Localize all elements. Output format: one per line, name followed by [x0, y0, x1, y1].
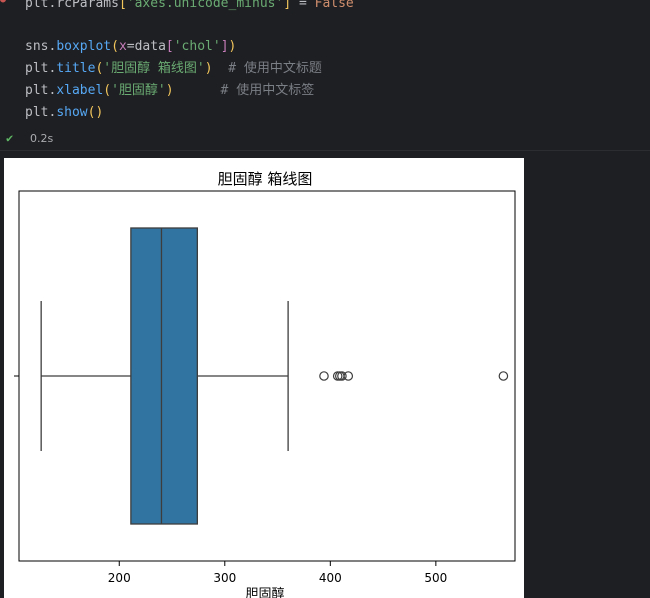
code-token: False	[314, 0, 354, 11]
code-token: )	[165, 83, 174, 98]
code-editor[interactable]: ● plt.rcParams['axes.unicode_minus'] = F…	[0, 0, 650, 151]
code-token: )	[228, 39, 237, 54]
code-token: plt	[25, 0, 49, 11]
cell-status-bar: ✔ 0.2s	[0, 128, 650, 151]
code-line-xlabel[interactable]: plt.xlabel('胆固醇') # 使用中文标签	[25, 82, 314, 100]
code-token: =	[291, 0, 315, 11]
code-token: 'axes.unicode_minus'	[126, 0, 284, 11]
chart-title: 胆固醇 箱线图	[218, 170, 313, 188]
code-line-show[interactable]: plt.show()	[25, 104, 103, 122]
code-token: [	[118, 0, 127, 11]
code-token: =	[126, 39, 135, 54]
code-token: show	[56, 105, 88, 120]
code-token: '胆固醇 箱线图'	[103, 61, 205, 76]
code-token: plt	[25, 105, 49, 120]
code-line-title[interactable]: plt.title('胆固醇 箱线图') # 使用中文标题	[25, 60, 322, 78]
box-group	[40, 227, 509, 525]
outlier-point	[319, 371, 329, 381]
x-tick-label: 400	[319, 571, 342, 585]
code-token: )	[204, 61, 213, 76]
code-token: sns	[25, 39, 49, 54]
error-marker-icon: ●	[0, 0, 6, 6]
code-token: '胆固醇'	[111, 83, 166, 98]
code-token: ]	[283, 0, 292, 11]
code-token: plt	[25, 83, 49, 98]
code-token: boxplot	[56, 39, 112, 54]
x-axis-label: 胆固醇	[245, 586, 284, 598]
code-token: (	[103, 83, 112, 98]
cell-output-figure: 胆固醇 箱线图 200 300 400 500 胆固醇	[4, 158, 524, 598]
x-tick-label: 500	[424, 571, 447, 585]
code-token: rcParams	[56, 0, 119, 11]
code-token: data	[134, 39, 166, 54]
x-tick-label: 200	[108, 571, 131, 585]
iqr-box	[130, 227, 198, 525]
execution-time: 0.2s	[30, 132, 54, 145]
code-token: plt	[25, 61, 49, 76]
code-comment: # 使用中文标签	[173, 83, 315, 98]
code-comment: # 使用中文标题	[212, 61, 322, 76]
code-token: title	[56, 61, 96, 76]
code-token: xlabel	[56, 83, 104, 98]
boxplot-chart: 胆固醇 箱线图 200 300 400 500 胆固醇	[14, 170, 516, 598]
x-axis-ticks: 200 300 400 500	[108, 561, 447, 585]
code-token: x	[118, 39, 127, 54]
outlier-point	[498, 371, 509, 381]
outlier-point	[343, 371, 354, 381]
code-token: )	[95, 105, 104, 120]
code-token: [	[165, 39, 174, 54]
code-token: ]	[220, 39, 229, 54]
code-line-boxplot[interactable]: sns.boxplot(x=data['chol'])	[25, 38, 236, 56]
x-tick-label: 300	[213, 571, 236, 585]
code-token: (	[111, 39, 119, 54]
success-check-icon: ✔	[6, 131, 14, 145]
code-line-rcparams[interactable]: plt.rcParams['axes.unicode_minus'] = Fal…	[25, 0, 354, 13]
code-token: 'chol'	[173, 39, 221, 54]
